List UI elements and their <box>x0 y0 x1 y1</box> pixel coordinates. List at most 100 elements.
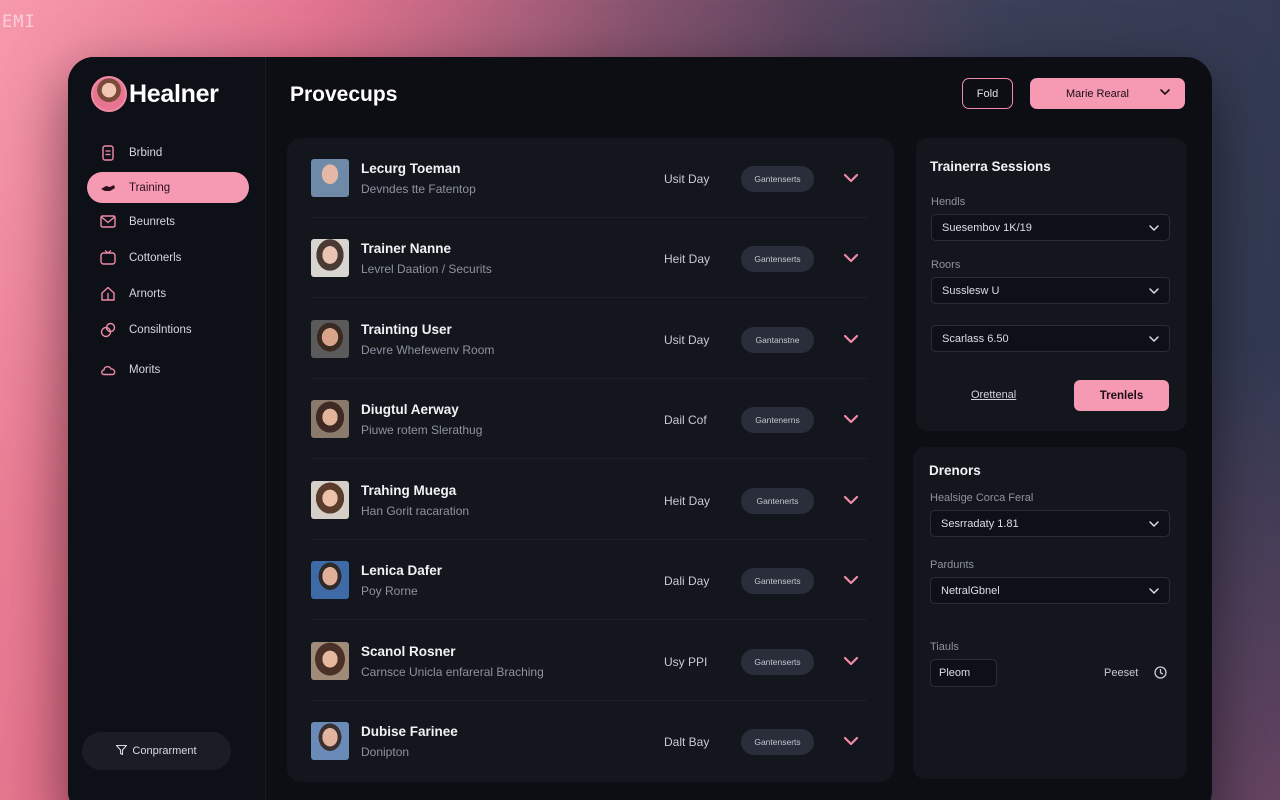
tv-icon <box>99 249 117 267</box>
list-item-day: Dail Cof <box>664 413 707 427</box>
list-item[interactable]: Dubise Farinee Donipton Dalt Bay Gantens… <box>311 701 867 781</box>
mail-icon <box>99 213 117 231</box>
list-item-day: Heit Day <box>664 494 711 508</box>
status-badge[interactable]: Gantenserts <box>741 568 814 594</box>
chevron-down-icon[interactable] <box>843 251 859 263</box>
compartment-label: Conprarment <box>132 745 197 757</box>
chevron-down-icon <box>1148 585 1160 600</box>
brand[interactable]: Healner <box>91 76 219 112</box>
drenors-field3-input[interactable]: Pleom <box>930 659 997 687</box>
list-item-day: Usy PPI <box>664 655 708 669</box>
status-badge[interactable]: Gantanstne <box>741 327 814 353</box>
list-item-day: Dalt Bay <box>664 735 710 749</box>
corner-watermark-text: EMI <box>2 12 36 32</box>
list-item[interactable]: Scanol Rosner Carnsce Unicla enfareral B… <box>311 621 867 701</box>
clock-icon[interactable] <box>1154 666 1167 679</box>
list-item-subtitle: Levrel Daation / Securits <box>361 262 492 276</box>
app-window: Healner Brbind Training Beunrets Cottone… <box>68 57 1212 800</box>
avatar <box>311 481 349 519</box>
status-badge[interactable]: Gantenerns <box>741 407 814 433</box>
brand-logo-avatar <box>91 76 127 112</box>
list-item-name: Trainting User <box>361 322 452 337</box>
sessions-field2-select[interactable]: Susslesw U <box>931 277 1170 304</box>
list-item-day: Usit Day <box>664 333 710 347</box>
training-sessions-panel: Trainerra Sessions Hendls Suesembov 1K/1… <box>916 138 1187 431</box>
drenors-field1-label: Healsige Corca Feral <box>930 492 1034 504</box>
chevron-down-icon[interactable] <box>843 412 859 424</box>
chevron-down-icon[interactable] <box>843 171 859 183</box>
select-value: Suesembov 1K/19 <box>942 221 1032 234</box>
avatar <box>311 159 349 197</box>
drenors-field3-label: Tiauls <box>930 641 959 653</box>
status-badge[interactable]: Gantenserts <box>741 649 814 675</box>
list-item[interactable]: Trainting User Devre Whefewenv Room Usit… <box>311 299 867 379</box>
avatar <box>311 642 349 680</box>
avatar <box>311 561 349 599</box>
avatar <box>311 239 349 277</box>
sessions-field3-select[interactable]: Scarlass 6.50 <box>931 325 1170 352</box>
status-badge[interactable]: Gantenserts <box>741 246 814 272</box>
list-item-name: Lenica Dafer <box>361 563 443 578</box>
sidebar-item-morits[interactable]: Morits <box>87 354 249 385</box>
sidebar-item-label: Beunrets <box>129 215 176 228</box>
chevron-down-icon <box>1148 333 1160 348</box>
user-menu-label: Marie Rearal <box>1066 87 1129 100</box>
list-item-subtitle: Devndes tte Fatentop <box>361 182 476 196</box>
sessions-field2-label: Roors <box>931 259 961 271</box>
sessions-title: Trainerra Sessions <box>930 159 1051 174</box>
list-item[interactable]: Lenica Dafer Poy Rorne Dali Day Gantense… <box>311 540 867 620</box>
fold-button[interactable]: Fold <box>962 78 1013 109</box>
filter-icon <box>116 744 128 758</box>
link-icon <box>99 321 117 339</box>
sessions-field1-select[interactable]: Suesembov 1K/19 <box>931 214 1170 241</box>
chevron-down-icon[interactable] <box>843 654 859 666</box>
list-item[interactable]: Trahing Muega Han Gorit racaration Heit … <box>311 460 867 540</box>
sidebar-nav: Brbind Training Beunrets Cottonerls Arno… <box>87 137 249 385</box>
compartment-button[interactable]: Conprarment <box>82 732 231 770</box>
chevron-down-icon <box>1148 518 1160 533</box>
sidebar-item-label: Training <box>129 181 171 194</box>
sidebar-item-label: Arnorts <box>129 287 167 300</box>
user-menu-button[interactable]: Marie Rearal <box>1030 78 1185 109</box>
list-item-name: Lecurg Toeman <box>361 161 461 176</box>
reset-button[interactable]: Peeset <box>1104 667 1138 679</box>
list-item[interactable]: Lecurg Toeman Devndes tte Fatentop Usit … <box>311 138 867 218</box>
drenors-field2-select[interactable]: NetralGbnel <box>930 577 1170 604</box>
sidebar-item-cottonerls[interactable]: Cottonerls <box>87 242 249 273</box>
cloud-icon <box>99 361 117 379</box>
status-badge[interactable]: Gantenerts <box>741 488 814 514</box>
list-item-subtitle: Donipton <box>361 745 410 759</box>
sidebar-item-training[interactable]: Training <box>87 172 249 203</box>
list-item-subtitle: Carnsce Unicla enfareral Braching <box>361 665 544 679</box>
chevron-down-icon <box>1148 222 1160 237</box>
sidebar-item-consilntions[interactable]: Consilntions <box>87 314 249 345</box>
list-item[interactable]: Trainer Nanne Levrel Daation / Securits … <box>311 218 867 298</box>
avatar <box>311 722 349 760</box>
list-item-day: Heit Day <box>664 252 711 266</box>
sidebar-item-label: Brbind <box>129 146 163 159</box>
sidebar-item-beunrets[interactable]: Beunrets <box>87 206 249 237</box>
chevron-down-icon[interactable] <box>843 332 859 344</box>
sessions-secondary-link[interactable]: Orettenal <box>971 389 1016 401</box>
sessions-primary-button[interactable]: Trenlels <box>1074 380 1169 411</box>
drenors-field1-select[interactable]: Sesrradaty 1.81 <box>930 510 1170 537</box>
status-badge[interactable]: Gantenserts <box>741 729 814 755</box>
list-item-subtitle: Devre Whefewenv Room <box>361 343 495 357</box>
brand-name: Healner <box>129 79 219 108</box>
drenors-title: Drenors <box>929 463 981 478</box>
chevron-down-icon[interactable] <box>843 734 859 746</box>
list-item-name: Dubise Farinee <box>361 724 458 739</box>
sidebar-item-arnorts[interactable]: Arnorts <box>87 278 249 309</box>
chevron-down-icon[interactable] <box>843 493 859 505</box>
chevron-down-icon[interactable] <box>843 573 859 585</box>
sessions-field1-label: Hendls <box>931 196 966 208</box>
select-value: Susslesw U <box>942 284 1000 297</box>
status-badge[interactable]: Gantenserts <box>741 166 814 192</box>
page-title: Provecups <box>290 83 398 106</box>
hand-icon <box>99 179 117 197</box>
sidebar-item-label: Cottonerls <box>129 251 182 264</box>
sidebar-item-brbind[interactable]: Brbind <box>87 137 249 168</box>
drenors-field2-label: Pardunts <box>930 559 975 571</box>
avatar <box>311 320 349 358</box>
list-item[interactable]: Diugtul Aerway Piuwe rotem Slerathug Dai… <box>311 379 867 459</box>
